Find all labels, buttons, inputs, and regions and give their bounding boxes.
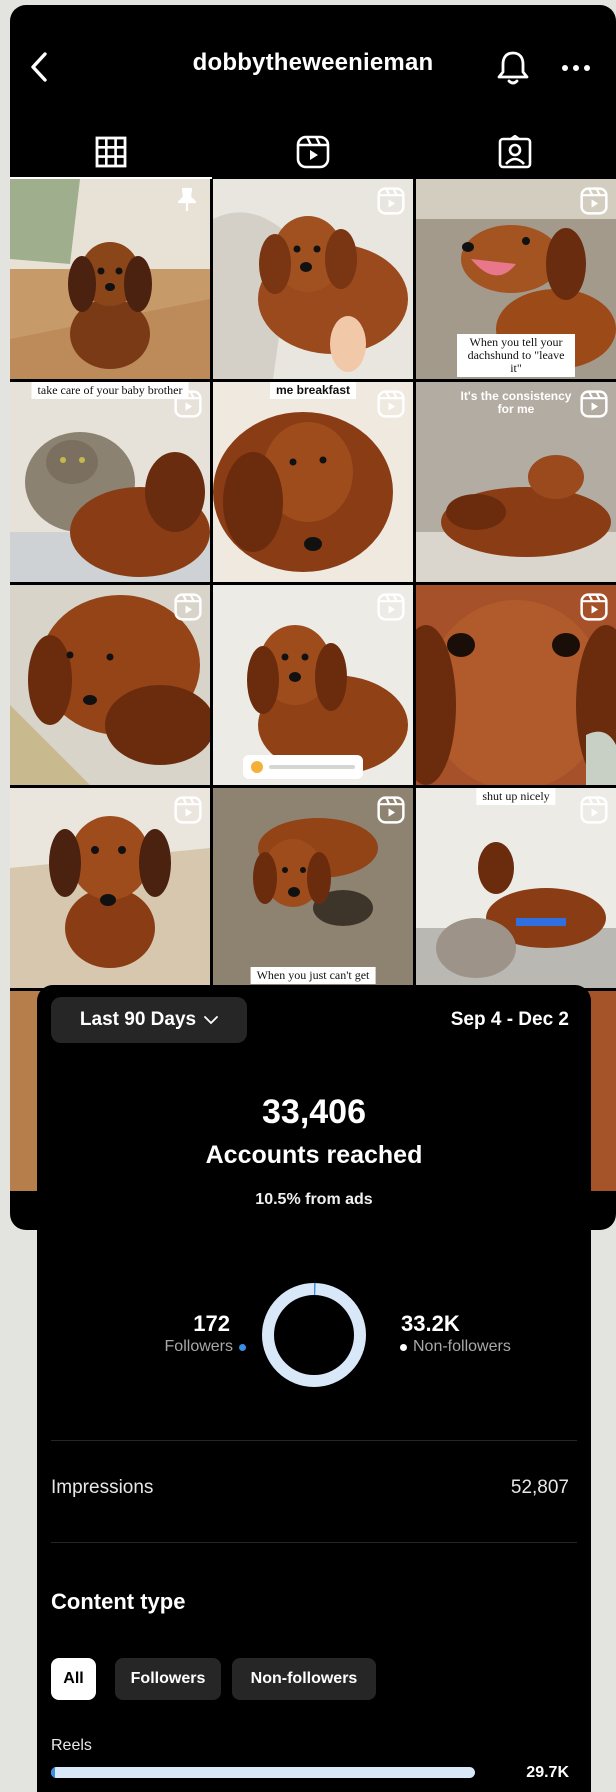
impressions-label: Impressions xyxy=(51,1477,154,1498)
date-range-dropdown[interactable]: Last 90 Days xyxy=(51,997,247,1043)
non-followers-value: 33.2K xyxy=(401,1311,460,1336)
grid-post[interactable] xyxy=(213,585,413,785)
followers-legend: Followers xyxy=(165,1338,246,1356)
bell-icon xyxy=(497,51,529,85)
profile-tabs xyxy=(10,125,616,179)
accounts-reached-label: Accounts reached xyxy=(205,1141,423,1169)
date-range-label: Last 90 Days xyxy=(79,1009,197,1030)
post-caption: When you tell your dachshund to "leave i… xyxy=(457,334,575,377)
divider xyxy=(51,1542,577,1543)
reel-indicator-icon xyxy=(377,187,405,215)
grid-post[interactable]: shut up nicely xyxy=(416,788,616,988)
filter-all-button[interactable]: All xyxy=(51,1658,96,1700)
post-caption: When you just can't get xyxy=(250,967,376,984)
grid-post[interactable] xyxy=(213,179,413,379)
reach-donut-chart xyxy=(262,1283,366,1387)
grid-post[interactable]: take care of your baby brother xyxy=(10,382,210,582)
filter-non-followers-button[interactable]: Non-followers xyxy=(232,1658,376,1700)
posts-grid-tab[interactable] xyxy=(10,125,212,179)
tagged-icon xyxy=(498,135,532,169)
grid-icon xyxy=(95,136,127,168)
more-horizontal-icon xyxy=(562,65,590,71)
grid-post[interactable] xyxy=(10,788,210,988)
reels-value: 29.7K xyxy=(526,1764,569,1781)
top-bar: dobbytheweenieman xyxy=(10,5,616,125)
grid-post[interactable]: When you tell your dachshund to "leave i… xyxy=(416,179,616,379)
post-caption: me breakfast xyxy=(269,382,357,399)
impressions-value: 52,807 xyxy=(510,1477,569,1498)
chevron-down-icon xyxy=(204,1016,218,1025)
post-caption: take care of your baby brother xyxy=(31,382,189,399)
non-followers-arc xyxy=(262,1283,366,1387)
ads-note: 10.5% from ads xyxy=(255,1191,373,1208)
reels-label: Reels xyxy=(51,1737,92,1754)
divider xyxy=(51,1440,577,1441)
reel-indicator-icon xyxy=(580,187,608,215)
grid-post[interactable]: me breakfast xyxy=(213,382,413,582)
grid-post[interactable] xyxy=(10,179,210,379)
insights-panel: Last 90 Days Sep 4 - Dec 2 33,406 Accoun… xyxy=(37,985,591,1792)
date-range-text: Sep 4 - Dec 2 xyxy=(450,1009,569,1030)
content-type-title: Content type xyxy=(51,1589,186,1614)
reel-indicator-icon xyxy=(377,390,405,418)
pinned-icon xyxy=(177,187,197,211)
filter-followers-button[interactable]: Followers xyxy=(115,1658,221,1700)
reel-indicator-icon xyxy=(580,796,608,824)
grid-post[interactable]: When you just can't get xyxy=(213,788,413,988)
grid-post[interactable] xyxy=(416,585,616,785)
followers-label: Followers xyxy=(164,1338,233,1355)
reel-indicator-icon xyxy=(174,796,202,824)
grid-post[interactable] xyxy=(10,585,210,785)
reels-tab[interactable] xyxy=(212,125,414,179)
more-options-button[interactable] xyxy=(558,55,594,81)
reels-bar xyxy=(51,1767,475,1778)
accounts-reached-value: 33,406 xyxy=(262,1093,366,1131)
non-followers-legend: Non-followers xyxy=(400,1338,511,1356)
non-followers-dot xyxy=(400,1343,407,1351)
tagged-tab[interactable] xyxy=(414,125,616,179)
reels-followers-fill xyxy=(51,1767,56,1778)
reels-icon xyxy=(296,135,330,169)
reel-indicator-icon xyxy=(377,593,405,621)
reel-indicator-icon xyxy=(580,593,608,621)
followers-dot xyxy=(239,1343,246,1351)
followers-value: 172 xyxy=(193,1311,230,1336)
post-caption: It's the consistency for me xyxy=(460,389,572,416)
grid-post[interactable]: It's the consistency for me xyxy=(416,382,616,582)
post-caption: shut up nicely xyxy=(476,788,556,805)
notifications-button[interactable] xyxy=(494,49,532,87)
non-followers-label: Non-followers xyxy=(413,1338,511,1355)
reel-indicator-icon xyxy=(377,796,405,824)
reel-indicator-icon xyxy=(174,593,202,621)
